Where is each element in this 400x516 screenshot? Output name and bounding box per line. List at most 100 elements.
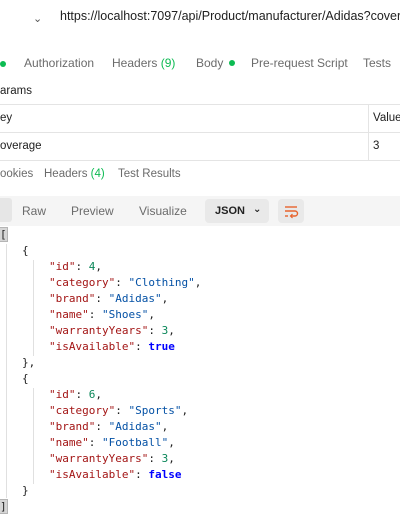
wrap-lines-button[interactable] xyxy=(278,199,304,223)
json-punctuation: , xyxy=(194,276,202,289)
params-table-bottom-border xyxy=(0,160,400,161)
json-key: "id" xyxy=(49,260,76,273)
tab-pre-request-script[interactable]: Pre-request Script xyxy=(251,56,348,70)
json-open-brace: { xyxy=(22,372,29,385)
indent-guide xyxy=(33,260,34,356)
json-punctuation: : xyxy=(148,452,162,465)
response-toolbar xyxy=(0,196,400,226)
params-table-row-border xyxy=(0,132,400,133)
json-punctuation: , xyxy=(181,404,189,417)
code-line: ] xyxy=(0,499,8,516)
json-punctuation: : xyxy=(115,276,129,289)
tab-body[interactable]: Body xyxy=(196,56,235,70)
json-punctuation: , xyxy=(168,324,175,337)
code-line: } xyxy=(22,484,29,500)
code-line: "warrantyYears": 3, xyxy=(49,452,175,468)
params-table-top-border xyxy=(0,104,400,105)
json-key: "brand" xyxy=(49,292,96,305)
json-string-value: "Clothing" xyxy=(128,276,195,289)
json-punctuation: : xyxy=(148,324,162,337)
json-punctuation: , xyxy=(161,420,169,433)
json-key: "isAvailable" xyxy=(49,468,136,481)
tab-headers-count: (9) xyxy=(160,56,176,70)
json-key: "category" xyxy=(49,276,116,289)
json-punctuation: : xyxy=(115,404,129,417)
tab-body-label: Body xyxy=(196,56,224,70)
code-line: "category": "Sports", xyxy=(49,404,188,420)
code-line: "isAvailable": false xyxy=(49,468,181,484)
tab-tests[interactable]: Tests xyxy=(363,56,391,70)
code-line: { xyxy=(22,244,29,260)
json-boolean-value: false xyxy=(148,468,182,481)
visualize-view-button[interactable]: Visualize xyxy=(139,204,187,218)
tab-authorization[interactable]: Authorization xyxy=(24,56,94,70)
url-input[interactable]: https://localhost:7097/api/Product/manuf… xyxy=(60,9,400,31)
json-close-brace: } xyxy=(22,484,29,497)
json-close-brace: }, xyxy=(22,356,36,369)
pretty-view-button[interactable] xyxy=(0,198,12,222)
json-punctuation: : xyxy=(135,468,149,481)
code-line: "name": "Shoes", xyxy=(49,308,155,324)
params-active-dot-icon xyxy=(0,61,6,67)
json-open-bracket: [ xyxy=(0,227,8,242)
json-punctuation: , xyxy=(95,388,102,401)
params-table-column-divider xyxy=(368,104,369,160)
json-key: "warrantyYears" xyxy=(49,324,149,337)
indent-guide xyxy=(33,388,34,484)
method-dropdown-chevron-icon[interactable]: ⌄ xyxy=(33,12,42,25)
json-string-value: "Adidas" xyxy=(108,292,162,305)
json-close-bracket: ] xyxy=(0,499,8,514)
query-params-heading: arams xyxy=(0,85,32,97)
json-key: "name" xyxy=(49,308,89,321)
tab-cookies[interactable]: ookies xyxy=(0,168,33,180)
chevron-down-icon: ⌄ xyxy=(253,204,262,215)
tab-headers-label: Headers xyxy=(112,56,158,70)
tab-response-headers-count: (4) xyxy=(90,168,105,180)
json-key: "isAvailable" xyxy=(49,340,136,353)
json-punctuation: , xyxy=(95,260,102,273)
code-line: "isAvailable": true xyxy=(49,340,175,356)
code-line: "brand": "Adidas", xyxy=(49,420,168,436)
json-boolean-value: true xyxy=(148,340,175,353)
tab-test-results[interactable]: Test Results xyxy=(118,168,181,180)
json-string-value: "Shoes" xyxy=(102,308,149,321)
json-punctuation: : xyxy=(95,292,109,305)
json-open-brace: { xyxy=(22,244,29,257)
code-line: }, xyxy=(22,356,35,372)
json-key: "brand" xyxy=(49,420,96,433)
json-punctuation: : xyxy=(88,308,102,321)
body-active-dot-icon xyxy=(228,60,235,66)
indent-guide xyxy=(6,244,7,498)
code-line: "id": 4, xyxy=(49,260,102,276)
json-string-value: "Football" xyxy=(102,436,169,449)
format-select-label: JSON xyxy=(215,205,245,217)
json-key: "id" xyxy=(49,388,76,401)
code-line: "id": 6, xyxy=(49,388,102,404)
json-key: "name" xyxy=(49,436,89,449)
json-string-value: "Adidas" xyxy=(108,420,162,433)
json-punctuation: : xyxy=(88,436,102,449)
code-line: "category": "Clothing", xyxy=(49,276,201,292)
json-punctuation: , xyxy=(168,452,175,465)
json-key: "warrantyYears" xyxy=(49,452,149,465)
params-key-header: ey xyxy=(0,112,13,124)
format-select[interactable]: JSON ⌄ xyxy=(205,199,269,223)
preview-view-button[interactable]: Preview xyxy=(71,204,114,218)
json-punctuation: : xyxy=(135,340,149,353)
code-line: "brand": "Adidas", xyxy=(49,292,168,308)
json-punctuation: : xyxy=(95,420,109,433)
json-punctuation: : xyxy=(75,388,89,401)
json-punctuation: , xyxy=(168,436,175,449)
tab-headers[interactable]: Headers (9) xyxy=(112,56,175,70)
json-punctuation: , xyxy=(148,308,155,321)
tab-response-headers[interactable]: Headers (4) xyxy=(44,168,105,180)
tab-response-headers-label: Headers xyxy=(44,168,88,180)
json-punctuation: , xyxy=(161,292,169,305)
params-key-cell[interactable]: overage xyxy=(0,140,42,152)
code-line: "name": "Football", xyxy=(49,436,175,452)
json-string-value: "Sports" xyxy=(128,404,182,417)
raw-view-button[interactable]: Raw xyxy=(22,204,46,218)
json-punctuation: : xyxy=(75,260,89,273)
params-value-cell[interactable]: 3 xyxy=(373,140,379,152)
json-key: "category" xyxy=(49,404,116,417)
